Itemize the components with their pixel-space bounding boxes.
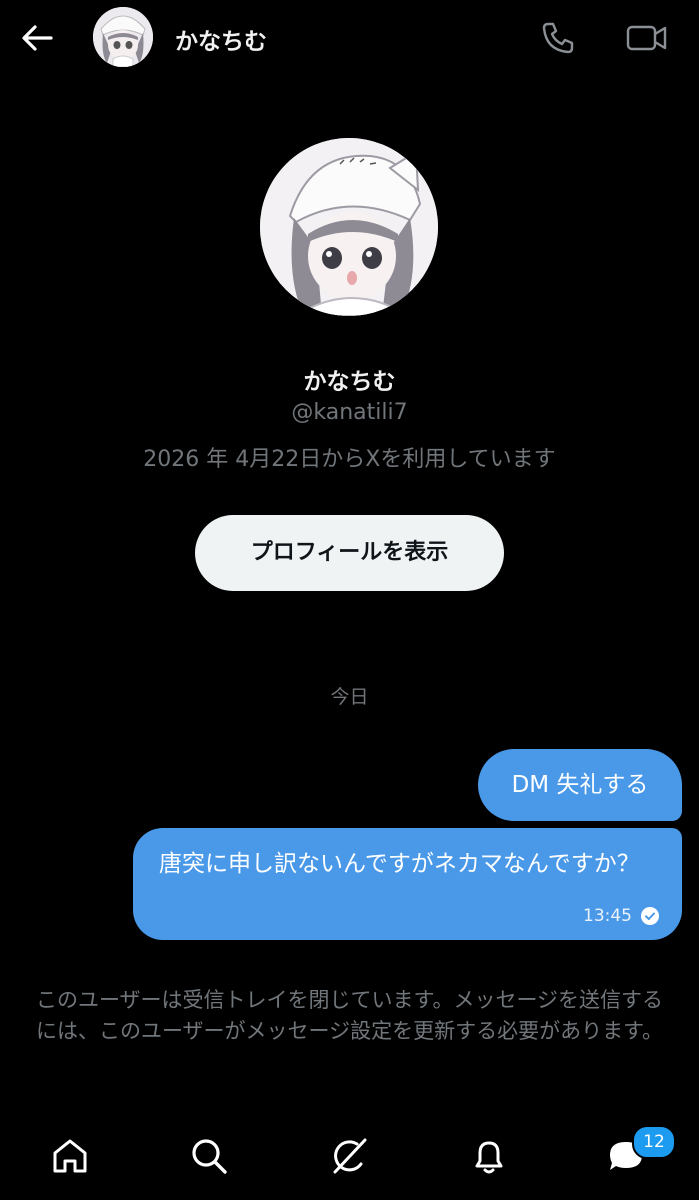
nav-home[interactable] xyxy=(48,1134,92,1178)
header-username[interactable]: かなちむ xyxy=(175,22,267,56)
home-icon xyxy=(53,1139,87,1173)
chat-header: かなちむ xyxy=(0,0,699,76)
profile-avatar[interactable] xyxy=(260,138,438,316)
date-separator: 今日 xyxy=(330,686,369,708)
avatar-illustration xyxy=(93,7,153,67)
inbox-closed-notice: このユーザーは受信トレイを閉じています。メッセージを送信するには、このユーザーが… xyxy=(35,988,664,1043)
message-time: 13:45 xyxy=(583,906,632,926)
profile-handle: @kanatili7 xyxy=(291,400,408,425)
profile-avatar-illustration xyxy=(260,138,438,316)
nav-notifications[interactable] xyxy=(467,1134,511,1178)
video-icon xyxy=(626,25,667,51)
search-icon xyxy=(192,1139,227,1174)
message-bubble[interactable]: 唐突に申し訳ないんですがネカマなんですか？ 13:45 xyxy=(133,828,682,940)
message-text: DM 失礼する xyxy=(511,772,649,798)
view-profile-button[interactable]: プロフィールを表示 xyxy=(195,515,504,591)
messages-badge: 12 xyxy=(632,1125,676,1159)
nav-grok[interactable] xyxy=(327,1134,371,1178)
bottom-nav xyxy=(0,1120,699,1200)
message-text: 唐突に申し訳ないんですがネカマなんですか？ xyxy=(159,851,640,877)
back-button[interactable] xyxy=(18,18,58,58)
video-call-button[interactable] xyxy=(624,18,670,58)
profile-name: かなちむ xyxy=(303,369,396,395)
call-button[interactable] xyxy=(538,18,578,58)
phone-icon xyxy=(542,22,574,54)
notifications-icon xyxy=(475,1141,503,1174)
message-meta: 13:45 xyxy=(583,906,660,926)
profile-joined-date: 2026 年 4月22日からXを利用しています xyxy=(143,447,556,472)
grok-icon xyxy=(333,1138,367,1174)
avatar[interactable] xyxy=(93,7,153,67)
read-check-icon xyxy=(641,907,659,925)
nav-search[interactable] xyxy=(187,1134,231,1178)
back-arrow-icon xyxy=(22,25,53,51)
message-bubble[interactable]: DM 失礼する xyxy=(478,749,682,821)
